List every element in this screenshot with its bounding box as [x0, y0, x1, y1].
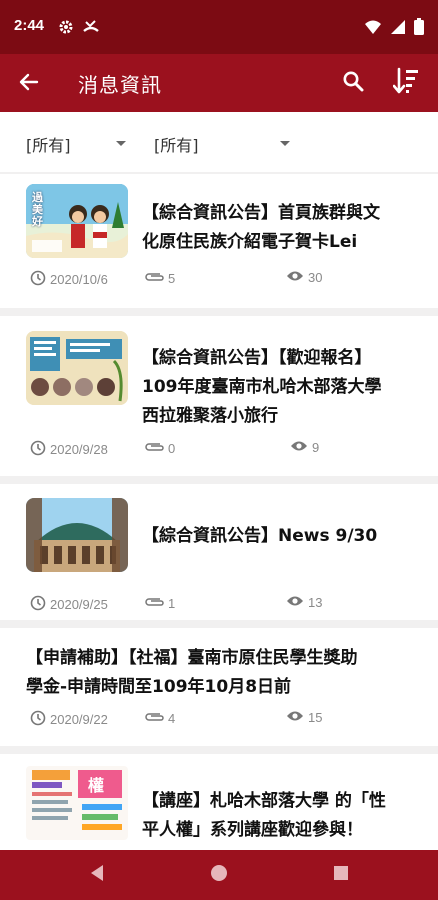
signal-icon [390, 19, 406, 39]
clock-icon [30, 270, 46, 289]
filter-dropdown-1[interactable]: [所有] [26, 132, 136, 156]
attachment-icon [144, 440, 166, 457]
news-date: 2020/10/6 [30, 270, 108, 289]
gear-icon [58, 19, 74, 39]
news-title: 【申請補助】【社福】臺南市原住民學生獎助 學金-申請時間至109年10月8日前 [26, 648, 358, 697]
app-bar: 消息資訊 [0, 54, 438, 112]
news-title: 【綜合資訊公告】【歡迎報名】 109年度臺南市札哈木部落大學 西拉雅聚落小旅行 [142, 348, 382, 426]
back-button[interactable] [14, 69, 44, 99]
news-thumbnail [26, 498, 128, 572]
news-attachments: 1 [144, 595, 175, 612]
news-views: 9 [290, 440, 319, 455]
clock-icon [30, 710, 46, 729]
news-item[interactable]: 過 美 好 【綜合資訊公告】首頁族群與文 化原住民族介紹電子賀卡Lei 2020… [0, 174, 438, 308]
filter-dropdown-2[interactable]: [所有] [154, 132, 294, 156]
search-button[interactable] [338, 68, 368, 98]
nav-back-icon [89, 864, 105, 886]
status-bar: 2:44 [0, 0, 438, 54]
news-title: 【綜合資訊公告】News 9/30 [142, 526, 378, 546]
battery-icon [414, 18, 424, 39]
news-attachments: 0 [144, 440, 175, 457]
filter-dropdown-2-value: [所有] [154, 136, 199, 155]
news-views: 30 [286, 270, 322, 285]
news-item[interactable]: 【綜合資訊公告】News 9/30 2020/9/25 1 13 [0, 484, 438, 620]
news-thumbnail: 過 美 好 [26, 184, 128, 258]
eye-icon [286, 270, 304, 285]
search-icon [342, 70, 364, 96]
news-views: 15 [286, 710, 322, 725]
thumbnail-caption: 過 美 好 [32, 191, 43, 228]
news-attachments: 5 [144, 270, 175, 287]
wifi-icon [364, 19, 382, 39]
nav-home-button[interactable] [206, 862, 232, 888]
attachment-icon [144, 595, 166, 612]
news-thumbnail: 權 [26, 766, 128, 840]
news-views: 13 [286, 595, 322, 610]
news-date: 2020/9/28 [30, 440, 108, 459]
attachment-icon [144, 710, 166, 727]
thumbnail-caption: 權 [88, 776, 105, 795]
clock-icon [30, 440, 46, 459]
filter-bar: [所有] [所有] [0, 112, 438, 172]
nav-back-button[interactable] [84, 862, 110, 888]
dropdown-arrow-icon [280, 141, 290, 146]
sort-icon [392, 67, 419, 99]
status-system-icons [364, 18, 424, 39]
nav-recents-button[interactable] [328, 862, 354, 888]
nav-home-icon [210, 864, 228, 886]
news-item[interactable]: 【申請補助】【社福】臺南市原住民學生獎助 學金-申請時間至109年10月8日前 … [0, 628, 438, 746]
news-thumbnail [26, 331, 128, 405]
filter-dropdown-1-value: [所有] [26, 136, 71, 155]
eye-icon [286, 595, 304, 610]
news-attachments: 4 [144, 710, 175, 727]
arrow-left-icon [19, 72, 39, 96]
system-nav-bar [0, 850, 438, 900]
news-date: 2020/9/22 [30, 710, 108, 729]
dropdown-arrow-icon [116, 141, 126, 146]
eye-icon [286, 710, 304, 725]
eye-icon [290, 440, 308, 455]
status-time: 2:44 [14, 17, 45, 34]
news-title: 【綜合資訊公告】首頁族群與文 化原住民族介紹電子賀卡Lei [142, 203, 380, 252]
news-item[interactable]: 權 【講座】札哈木部落大學 的「性 平人權」系列講座歡迎參與！ [0, 754, 438, 850]
attachment-icon [144, 270, 166, 287]
news-list: 過 美 好 【綜合資訊公告】首頁族群與文 化原住民族介紹電子賀卡Lei 2020… [0, 174, 438, 850]
missed-call-icon [82, 19, 100, 39]
sort-button[interactable] [390, 67, 422, 99]
status-notification-icons [58, 19, 100, 39]
news-title: 【講座】札哈木部落大學 的「性 平人權」系列講座歡迎參與！ [142, 791, 386, 840]
clock-icon [30, 595, 46, 614]
news-date: 2020/9/25 [30, 595, 108, 614]
page-title: 消息資訊 [78, 73, 162, 97]
news-item[interactable]: 【綜合資訊公告】【歡迎報名】 109年度臺南市札哈木部落大學 西拉雅聚落小旅行 … [0, 316, 438, 476]
nav-recents-icon [333, 865, 349, 885]
